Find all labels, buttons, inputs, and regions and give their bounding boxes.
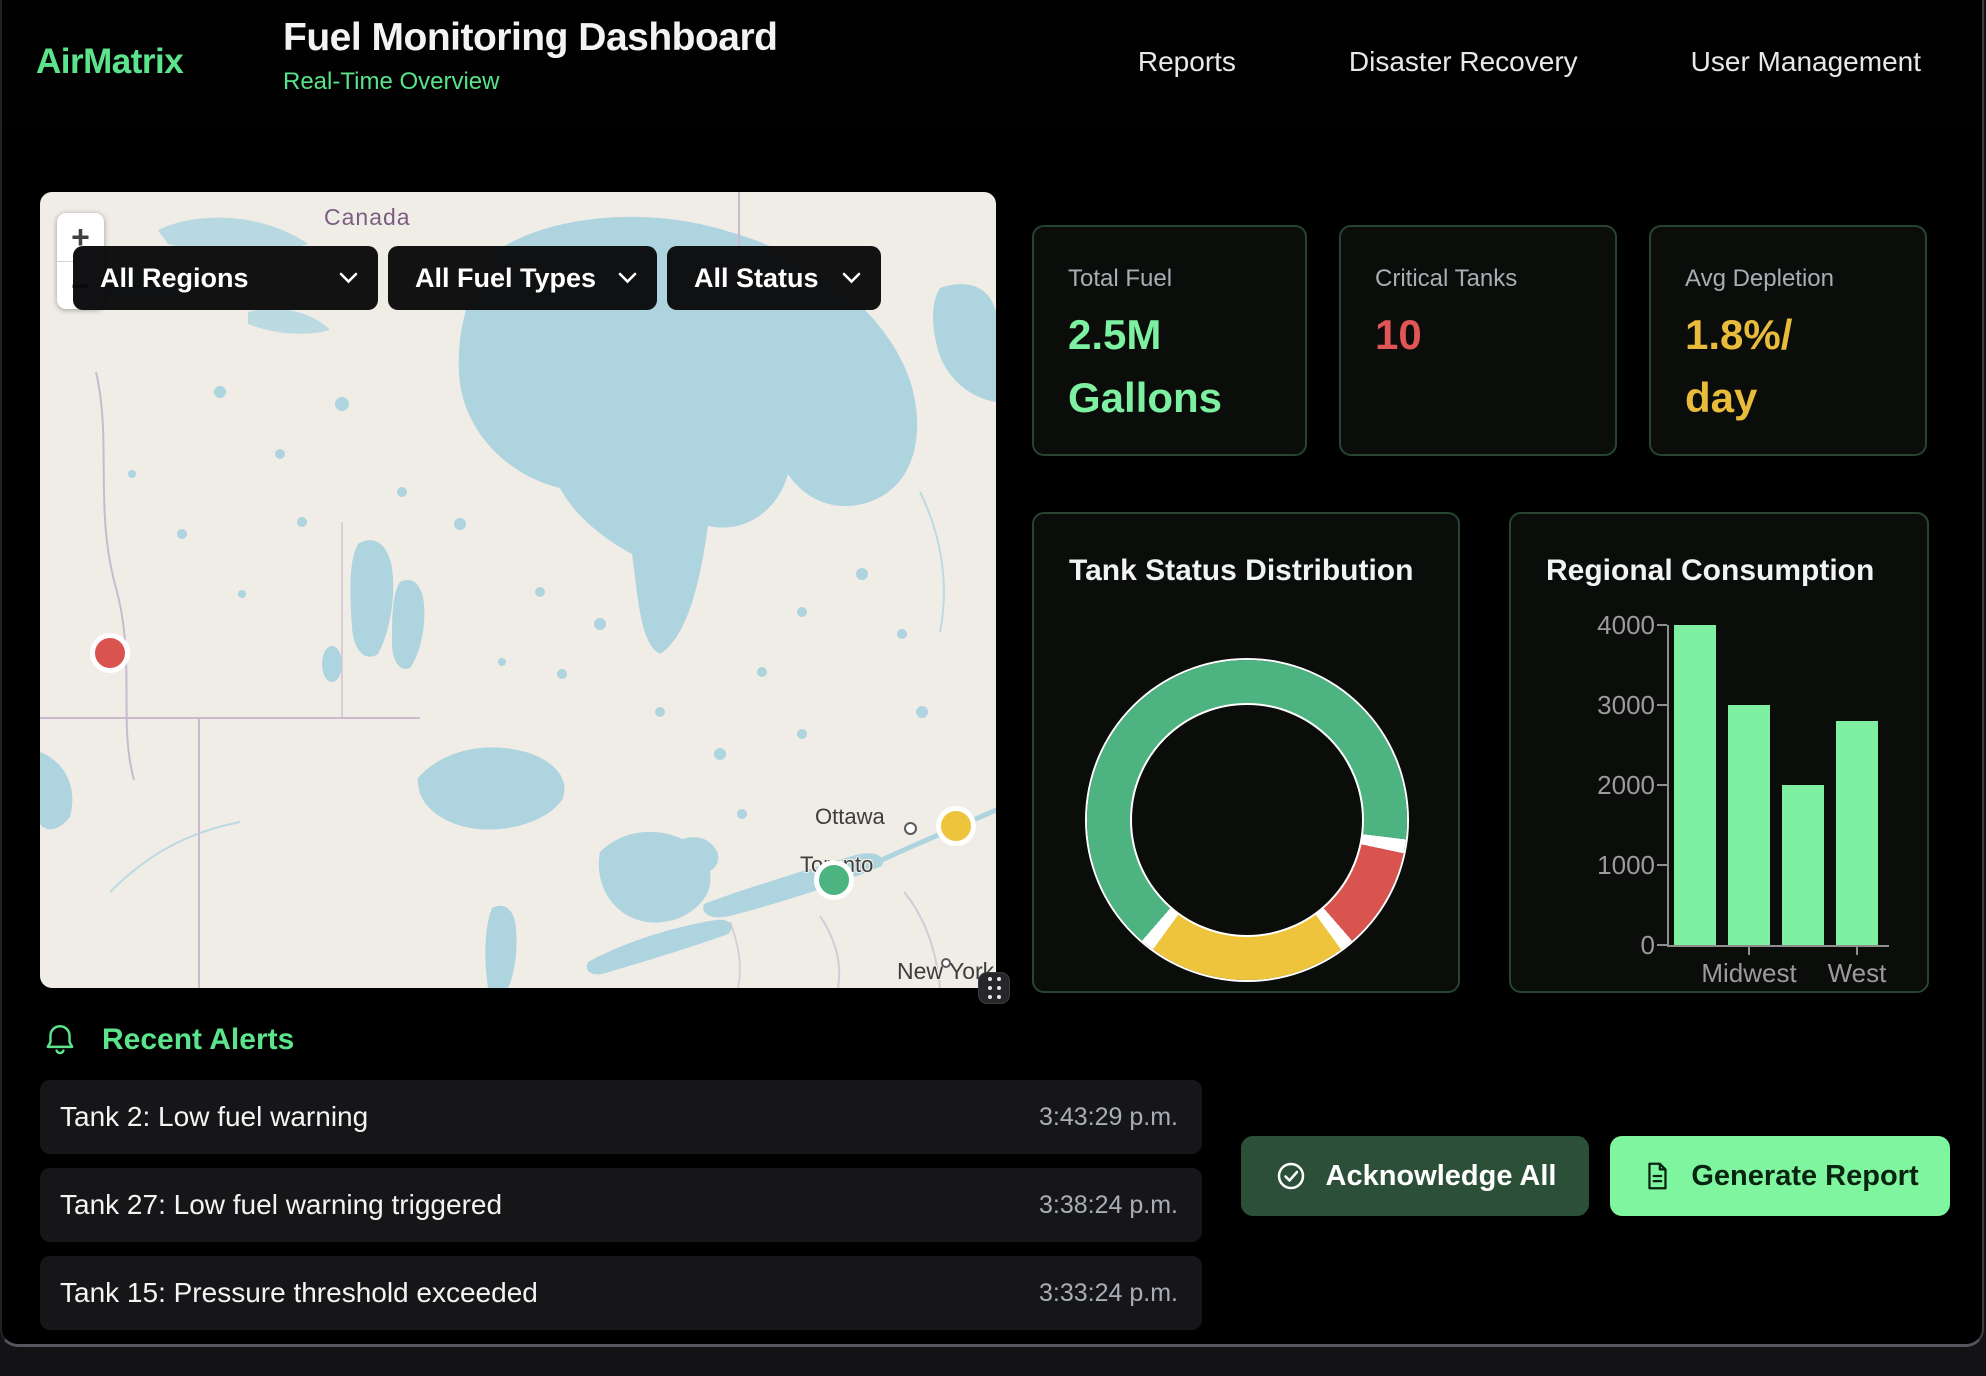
alert-text: Tank 27: Low fuel warning triggered — [60, 1189, 502, 1221]
donut-hole — [1130, 703, 1364, 937]
alert-timestamp: 3:43:29 p.m. — [1039, 1103, 1178, 1132]
document-icon — [1641, 1160, 1673, 1192]
chart-title: Regional Consumption — [1546, 554, 1874, 588]
nav-item-disaster-recovery[interactable]: Disaster Recovery — [1349, 46, 1578, 78]
y-tick-label: 3000 — [1511, 690, 1655, 721]
fuel-type-filter-dropdown[interactable]: All Fuel Types — [388, 246, 657, 310]
bar-0 — [1674, 625, 1716, 945]
check-circle-icon — [1274, 1159, 1308, 1193]
bell-icon — [42, 1022, 78, 1058]
map-label-canada: Canada — [324, 204, 411, 231]
nav-item-reports[interactable]: Reports — [1138, 46, 1236, 78]
stat-label: Avg Depletion — [1685, 265, 1891, 293]
resize-handle-icon[interactable] — [978, 972, 1010, 1004]
map-marker-warning[interactable] — [936, 806, 976, 846]
stat-label: Total Fuel — [1068, 265, 1271, 293]
bar-3 — [1836, 721, 1878, 945]
y-tick-label: 2000 — [1511, 770, 1655, 801]
map-label-ottawa: Ottawa — [815, 804, 885, 830]
button-label: Acknowledge All — [1326, 1160, 1557, 1193]
x-tick-mark — [1748, 945, 1750, 955]
y-tick-mark — [1657, 624, 1667, 626]
page-subtitle: Real-Time Overview — [283, 68, 777, 96]
chevron-down-icon — [842, 272, 861, 284]
y-tick-label: 0 — [1511, 930, 1655, 961]
region-filter-label: All Regions — [100, 263, 249, 294]
x-tick-mark — [1856, 945, 1858, 955]
donut-ring — [1087, 660, 1407, 980]
map-marker-normal[interactable] — [814, 860, 854, 900]
stat-card-total-fuel: Total Fuel 2.5MGallons — [1032, 225, 1307, 456]
new-york-town-dot — [941, 958, 951, 968]
brand-logo: AirMatrix — [36, 42, 183, 82]
stat-label: Critical Tanks — [1375, 265, 1581, 293]
chevron-down-icon — [339, 272, 358, 284]
status-filter-label: All Status — [694, 263, 819, 294]
x-tick-label: West — [1787, 958, 1927, 989]
button-label: Generate Report — [1691, 1160, 1918, 1193]
chevron-down-icon — [618, 272, 637, 284]
ottawa-town-dot — [904, 822, 917, 835]
alert-timestamp: 3:38:24 p.m. — [1039, 1191, 1178, 1220]
window-bottom-strip — [0, 1347, 1986, 1376]
alert-row[interactable]: Tank 27: Low fuel warning triggered 3:38… — [40, 1168, 1202, 1242]
y-tick-mark — [1657, 784, 1667, 786]
y-tick-mark — [1657, 704, 1667, 706]
fuel-type-filter-label: All Fuel Types — [415, 263, 596, 294]
header: AirMatrix Fuel Monitoring Dashboard Real… — [2, 0, 1982, 124]
y-tick-label: 1000 — [1511, 850, 1655, 881]
stat-value: 1.8%/day — [1685, 303, 1891, 429]
alerts-title: Recent Alerts — [102, 1023, 294, 1057]
status-filter-dropdown[interactable]: All Status — [667, 246, 881, 310]
stat-value: 2.5MGallons — [1068, 303, 1271, 429]
stat-card-critical-tanks: Critical Tanks 10 — [1339, 225, 1617, 456]
tank-status-chart-card: Tank Status Distribution — [1032, 512, 1460, 993]
region-filter-dropdown[interactable]: All Regions — [73, 246, 378, 310]
bar-plot — [1667, 625, 1897, 945]
alert-timestamp: 3:33:24 p.m. — [1039, 1279, 1178, 1308]
y-tick-mark — [1657, 944, 1667, 946]
page-title: Fuel Monitoring Dashboard — [283, 16, 777, 60]
bar-1 — [1728, 705, 1770, 945]
regional-consumption-chart-card: Regional Consumption 01000200030004000Mi… — [1509, 512, 1929, 993]
stat-value: 10 — [1375, 303, 1581, 366]
alert-text: Tank 2: Low fuel warning — [60, 1101, 368, 1133]
map-marker-critical[interactable] — [90, 633, 130, 673]
alert-text: Tank 15: Pressure threshold exceeded — [60, 1277, 538, 1309]
y-tick-label: 4000 — [1511, 610, 1655, 641]
alert-row[interactable]: Tank 15: Pressure threshold exceeded 3:3… — [40, 1256, 1202, 1330]
acknowledge-all-button[interactable]: Acknowledge All — [1241, 1136, 1589, 1216]
title-block: Fuel Monitoring Dashboard Real-Time Over… — [283, 16, 777, 96]
map-panel[interactable]: Canada Ottawa Toronto New York + − All R… — [40, 192, 996, 988]
nav-item-user-management[interactable]: User Management — [1691, 46, 1921, 78]
chart-title: Tank Status Distribution — [1069, 554, 1413, 588]
bar-2 — [1782, 785, 1824, 945]
main-nav: Reports Disaster Recovery User Managemen… — [1138, 0, 1921, 124]
stat-card-avg-depletion: Avg Depletion 1.8%/day — [1649, 225, 1927, 456]
alerts-header: Recent Alerts — [42, 1022, 294, 1058]
alert-row[interactable]: Tank 2: Low fuel warning 3:43:29 p.m. — [40, 1080, 1202, 1154]
generate-report-button[interactable]: Generate Report — [1610, 1136, 1950, 1216]
map-filters: All Regions All Fuel Types All Status — [73, 246, 881, 310]
y-tick-mark — [1657, 864, 1667, 866]
app-window: AirMatrix Fuel Monitoring Dashboard Real… — [0, 0, 1984, 1347]
